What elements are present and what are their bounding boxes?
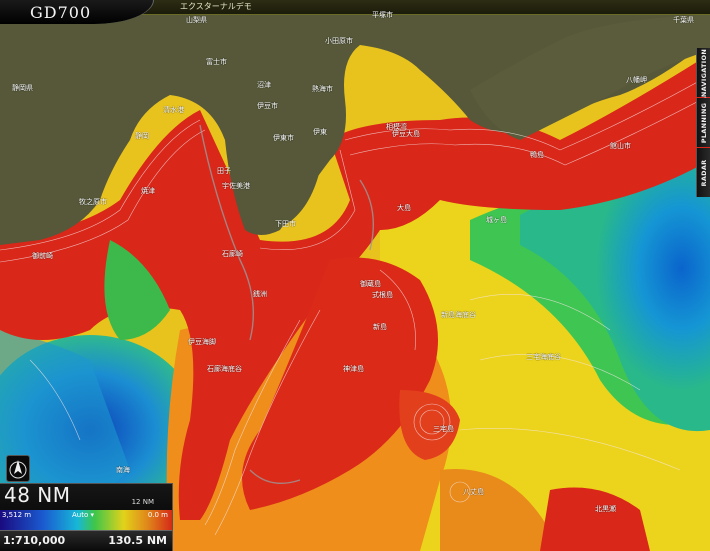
place-label: 伊東	[313, 128, 327, 136]
place-label: 相模湾	[386, 123, 407, 131]
place-label: 石廊崎	[222, 250, 243, 258]
place-label: 焼津	[141, 187, 155, 195]
place-label: 静岡県	[12, 84, 33, 92]
place-label: 千葉県	[673, 16, 694, 24]
depth-mode[interactable]: Auto ▾	[72, 511, 94, 519]
place-label: 伊豆市	[257, 102, 278, 110]
logo-text: GD700	[30, 3, 92, 22]
place-label: 大島	[397, 204, 411, 212]
place-label: 館山市	[610, 142, 631, 150]
place-label: 八幡岬	[626, 76, 647, 84]
place-label: 銭洲	[253, 290, 267, 298]
place-label: 田子	[217, 167, 231, 175]
place-label: 牧之原市	[79, 198, 107, 206]
place-label: 北黒瀬	[595, 505, 616, 513]
place-label: 新島海底谷	[441, 311, 476, 319]
place-label: 八丈島	[463, 488, 484, 496]
depth-max: 3,512 m	[2, 511, 32, 519]
place-label: 式根島	[372, 291, 393, 299]
place-label: 三宅海底谷	[526, 353, 561, 361]
range-panel[interactable]: 48 NM 12 NM 3,512 m Auto ▾ 0.0 m	[0, 483, 173, 531]
chart-scale: 1:710,000	[3, 534, 66, 547]
place-label: 三宅島	[433, 425, 454, 433]
north-arrow-icon	[9, 460, 27, 479]
tab-planning[interactable]: PLANNING	[696, 98, 710, 147]
place-label: 新島	[373, 323, 387, 331]
depth-color-scale[interactable]: 3,512 m Auto ▾ 0.0 m	[0, 510, 172, 531]
place-label: 熱海市	[312, 85, 333, 93]
place-label: 平塚市	[372, 11, 393, 19]
place-label: 伊東市	[273, 134, 294, 142]
place-label: 富士市	[206, 58, 227, 66]
range-value: 48 NM	[4, 483, 71, 507]
range-secondary: 12 NM	[131, 498, 154, 506]
place-label: 山梨県	[186, 16, 207, 24]
place-label: 御前崎	[32, 252, 53, 260]
tab-radar[interactable]: RADAR	[696, 148, 710, 197]
chart-distance: 130.5 NM	[108, 534, 167, 547]
place-label: 城ヶ島	[486, 216, 507, 224]
place-label: 沼津	[257, 81, 271, 89]
place-label: 石廊海底谷	[207, 365, 242, 373]
tab-navigation[interactable]: NAVIGATION	[696, 48, 710, 97]
place-label: 宇佐美港	[222, 182, 250, 190]
place-label: 小田原市	[325, 37, 353, 45]
chart-mode-title: エクスターナルデモ	[180, 2, 252, 11]
place-label: 下田市	[275, 220, 296, 228]
place-label: 南海	[116, 466, 130, 474]
chart-plotter-screen: エクスターナルデモ GD700 山梨県 平塚市 千葉県 静岡県 富士市 沼津 熱…	[0, 0, 710, 551]
place-label: 鴨島	[530, 151, 544, 159]
place-label: 御蔵島	[360, 280, 381, 288]
north-arrow-button[interactable]	[6, 455, 30, 482]
nautical-chart-map[interactable]	[0, 0, 710, 551]
place-label: 静岡	[135, 132, 149, 140]
depth-min: 0.0 m	[147, 511, 168, 519]
place-label: 伊豆海脚	[188, 338, 216, 346]
place-label: 神津島	[343, 365, 364, 373]
scale-bar: 1:710,000 130.5 NM	[0, 530, 173, 551]
place-label: 清水港	[163, 106, 184, 114]
side-tab-bar: NAVIGATION PLANNING RADAR	[696, 48, 710, 198]
